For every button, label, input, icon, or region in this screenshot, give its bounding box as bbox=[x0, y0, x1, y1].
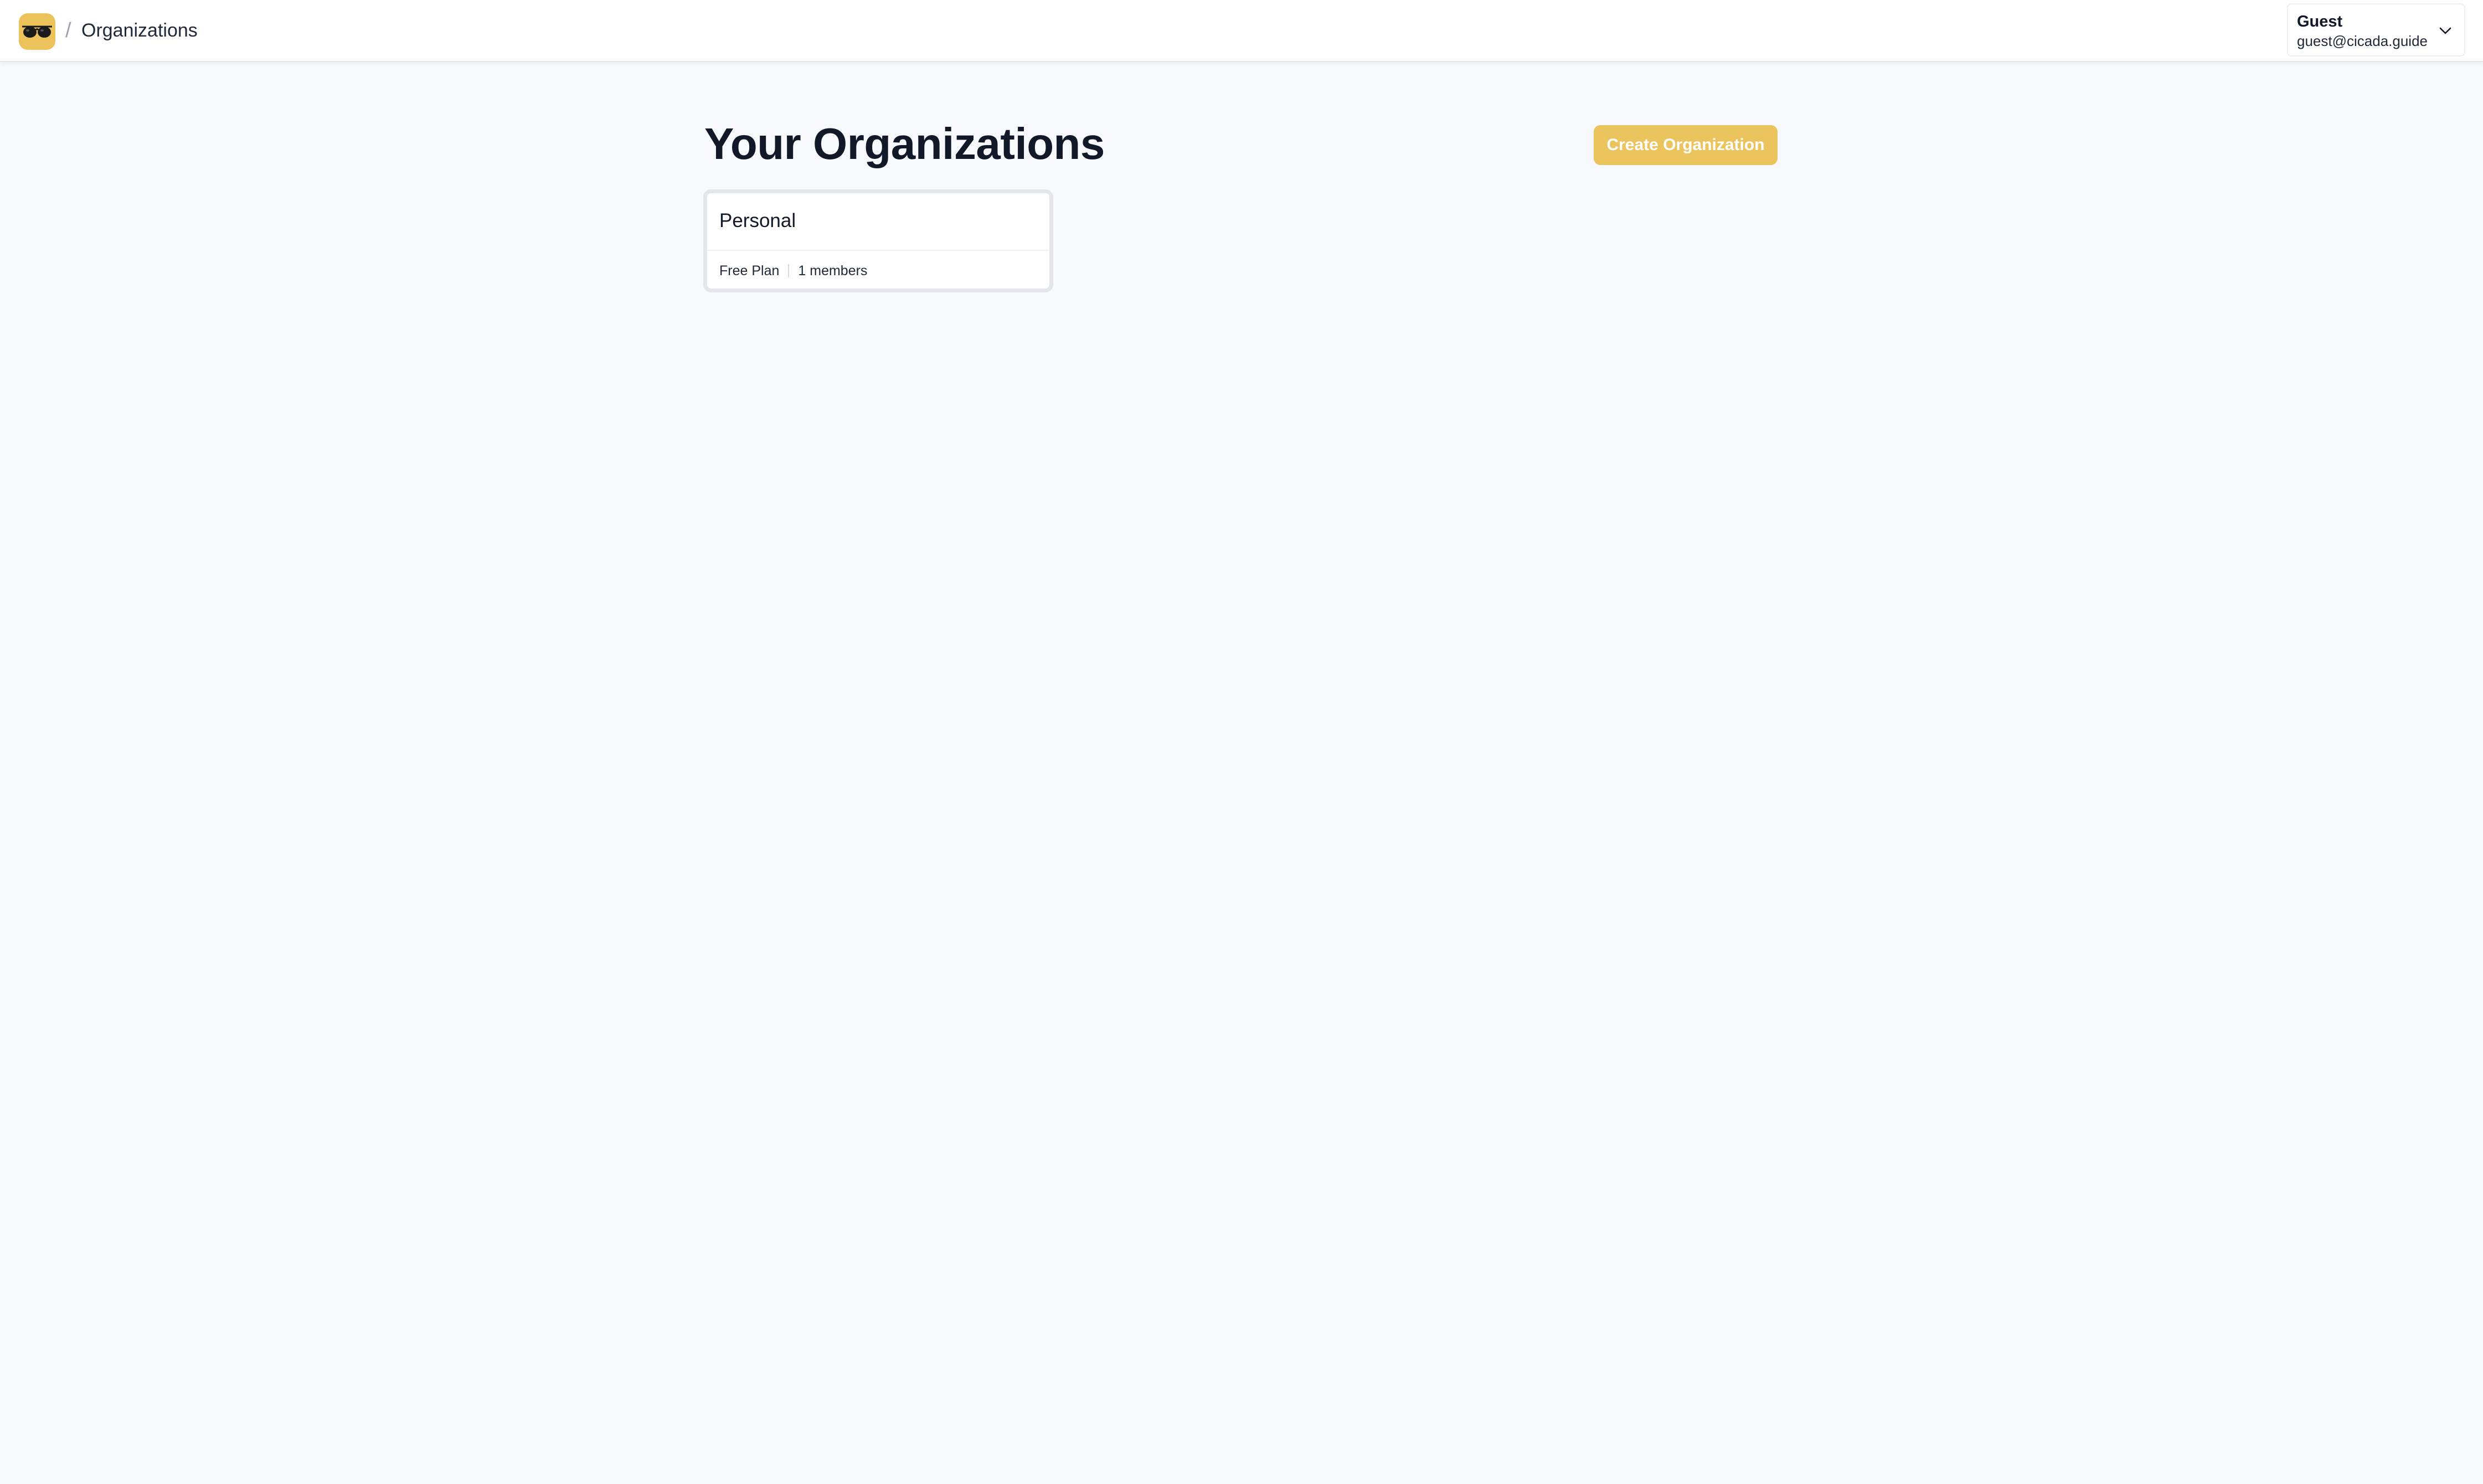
member-count: 1 members bbox=[798, 262, 868, 279]
user-name: Guest bbox=[2297, 13, 2343, 30]
breadcrumb-separator: / bbox=[65, 19, 71, 42]
user-menu-dropdown[interactable]: Guest guest@cicada.guide bbox=[2287, 3, 2465, 56]
organization-name: Personal bbox=[719, 210, 796, 231]
organization-meta: Free Plan 1 members bbox=[719, 261, 867, 281]
plan-label: Free Plan bbox=[719, 262, 780, 279]
top-navigation-bar: / Organizations Guest guest@cicada.guide bbox=[0, 0, 2483, 62]
user-email: guest@cicada.guide bbox=[2297, 33, 2428, 49]
meta-divider bbox=[788, 264, 790, 277]
chevron-down-icon bbox=[2439, 27, 2451, 34]
create-organization-button[interactable]: Create Organization bbox=[1594, 125, 1778, 165]
page-title: Your Organizations bbox=[704, 119, 1105, 168]
app-logo[interactable] bbox=[19, 13, 55, 50]
breadcrumb-current-page: Organizations bbox=[81, 20, 198, 41]
organization-card[interactable]: Personal Free Plan 1 members bbox=[703, 189, 1053, 292]
card-divider bbox=[707, 250, 1049, 251]
sunglasses-icon bbox=[22, 25, 52, 38]
